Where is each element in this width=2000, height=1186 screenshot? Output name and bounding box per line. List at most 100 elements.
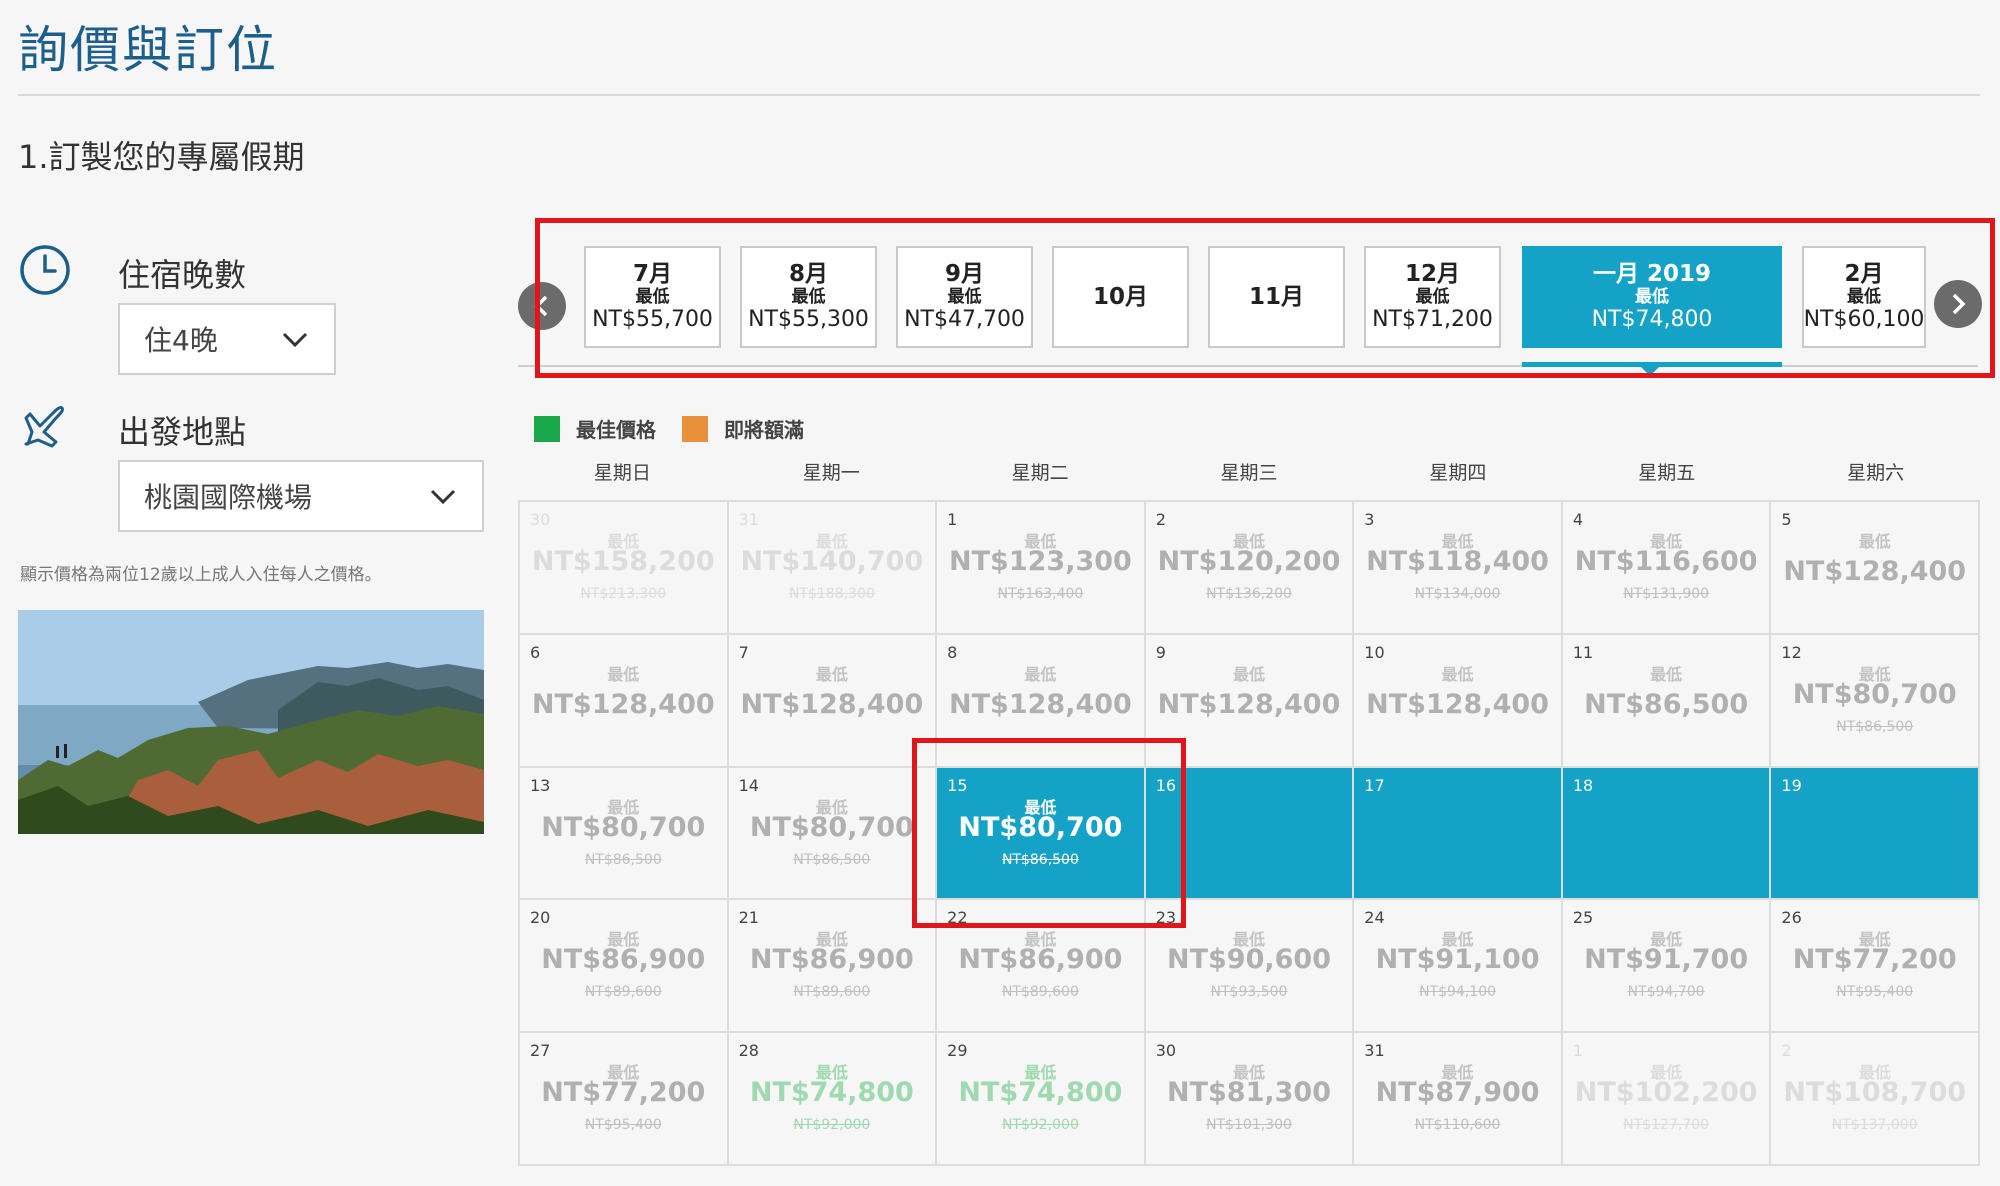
calendar-day-cell[interactable]: 30 最低 NT$158,200 NT$213,300 — [520, 502, 727, 633]
day-price: NT$108,700 — [1783, 1077, 1967, 1109]
calendar-day-cell[interactable]: 2 最低 NT$120,200 NT$136,200 — [1145, 502, 1353, 633]
day-original-price: NT$93,500 — [1210, 984, 1288, 1001]
calendar-day-cell[interactable]: 18 — [1562, 767, 1770, 899]
calendar-day-cell[interactable]: 30 最低 NT$81,300 NT$101,300 — [1145, 1033, 1353, 1164]
day-low-label: 最低 — [1650, 664, 1683, 684]
weekday-label: 星期四 — [1429, 462, 1487, 484]
day-price: NT$116,600 — [1574, 546, 1758, 577]
calendar-day-cell[interactable]: 13 最低 NT$80,700 NT$86,500 — [520, 767, 727, 899]
day-number: 13 — [530, 775, 551, 795]
day-price: NT$80,700 — [1792, 678, 1957, 710]
stay-nights-label: 住宿晚數 — [118, 256, 247, 294]
day-original-price: NT$92,000 — [793, 1117, 871, 1134]
day-price: NT$86,500 — [1584, 688, 1749, 720]
calendar-day-cell[interactable]: 11 最低 NT$86,500 — [1562, 634, 1770, 766]
day-low-label: 最低 — [607, 664, 640, 684]
stay-nights-select[interactable]: 住4晚 — [118, 303, 336, 375]
day-number: 19 — [1781, 775, 1802, 795]
day-price: NT$90,600 — [1166, 944, 1331, 976]
calendar-day-cell[interactable]: 1 最低 NT$123,300 NT$163,400 — [937, 502, 1144, 633]
day-price: NT$128,400 — [949, 688, 1132, 720]
chevron-down-icon — [430, 489, 456, 505]
calendar-day-cell[interactable]: 28 最低 NT$74,800 NT$92,000 — [728, 1033, 936, 1164]
destination-photo — [18, 610, 484, 834]
day-number: 27 — [530, 1041, 551, 1061]
day-price: NT$87,900 — [1375, 1077, 1540, 1109]
day-price: NT$86,900 — [749, 944, 914, 976]
day-price: NT$102,200 — [1574, 1077, 1758, 1109]
day-price: NT$77,200 — [1792, 944, 1957, 976]
day-number: 2 — [1781, 1041, 1792, 1061]
day-price: NT$128,400 — [1366, 688, 1549, 720]
day-original-price: NT$127,700 — [1623, 1117, 1710, 1134]
day-price: NT$158,200 — [531, 546, 715, 577]
day-number: 17 — [1364, 775, 1385, 795]
calendar-day-cell[interactable]: 31 最低 NT$140,700 NT$188,300 — [728, 502, 936, 633]
title-divider — [18, 94, 1980, 96]
day-price: NT$91,700 — [1584, 944, 1749, 976]
day-original-price: NT$110,600 — [1414, 1117, 1501, 1134]
calendar-day-cell[interactable]: 14 最低 NT$80,700 NT$86,500 — [728, 767, 936, 899]
weekday-label: 星期一 — [802, 462, 860, 484]
calendar-day-cell[interactable]: 26 最低 NT$77,200 NT$95,400 — [1771, 900, 1978, 1032]
day-number: 26 — [1781, 908, 1802, 928]
calendar-day-cell[interactable]: 12 最低 NT$80,700 NT$86,500 — [1771, 634, 1978, 766]
day-original-price: NT$89,600 — [1001, 984, 1079, 1001]
calendar-day-cell[interactable]: 21 最低 NT$86,900 NT$89,600 — [728, 900, 936, 1032]
day-low-label: 最低 — [1858, 532, 1891, 551]
calendar-day-cell[interactable]: 19 — [1771, 767, 1978, 899]
weekday-label: 星期五 — [1638, 462, 1696, 484]
day-number: 18 — [1572, 775, 1594, 795]
day-price: NT$128,400 — [531, 688, 715, 720]
page-title: 詢價與訂位 — [18, 21, 278, 79]
day-number: 10 — [1364, 642, 1385, 662]
best-price-label: 最佳價格 — [576, 418, 656, 442]
day-number: 14 — [738, 775, 759, 795]
day-original-price: NT$89,600 — [793, 984, 871, 1001]
calendar-day-cell[interactable]: 25 最低 NT$91,700 NT$94,700 — [1562, 900, 1770, 1032]
day-price: NT$81,300 — [1166, 1077, 1331, 1109]
day-original-price: NT$89,600 — [584, 984, 662, 1001]
calendar-day-cell[interactable]: 29 最低 NT$74,800 NT$92,000 — [937, 1033, 1144, 1164]
best-price-swatch — [534, 415, 560, 442]
departure-select[interactable]: 桃園國際機場 — [118, 460, 484, 532]
calendar-day-cell[interactable]: 6 最低 NT$128,400 — [520, 634, 727, 766]
day-number: 6 — [530, 642, 541, 662]
calendar-day-cell[interactable]: 3 最低 NT$118,400 NT$134,000 — [1354, 502, 1561, 633]
day-original-price: NT$94,700 — [1627, 984, 1705, 1001]
day-original-price: NT$134,000 — [1414, 586, 1501, 602]
day-number: 9 — [1155, 642, 1166, 662]
day-number: 8 — [947, 642, 958, 662]
day-original-price: NT$95,400 — [1836, 984, 1914, 1001]
day-number: 21 — [738, 908, 759, 928]
day-original-price: NT$136,200 — [1206, 586, 1292, 602]
calendar-day-cell[interactable]: 1 最低 NT$102,200 NT$127,700 — [1562, 1033, 1770, 1164]
calendar-day-cell[interactable]: 17 — [1354, 767, 1561, 899]
day-price: NT$80,700 — [749, 811, 914, 843]
day-low-label: 最低 — [815, 664, 848, 684]
calendar-day-cell[interactable]: 31 最低 NT$87,900 NT$110,600 — [1354, 1033, 1561, 1164]
day-original-price: NT$101,300 — [1206, 1117, 1292, 1134]
day-low-label: 最低 — [1024, 664, 1057, 684]
day-number: 1 — [947, 510, 958, 529]
calendar-day-cell[interactable]: 27 最低 NT$77,200 NT$95,400 — [520, 1033, 727, 1164]
day-number: 5 — [1781, 510, 1792, 529]
day-number: 29 — [947, 1041, 968, 1061]
day-price: NT$77,200 — [541, 1077, 706, 1109]
day-original-price: NT$95,400 — [584, 1117, 662, 1134]
day-original-price: NT$86,500 — [584, 851, 662, 868]
day-number: 2 — [1155, 510, 1166, 529]
calendar-day-cell[interactable]: 4 最低 NT$116,600 NT$131,900 — [1562, 502, 1770, 633]
calendar-day-cell[interactable]: 5 最低 NT$128,400 — [1771, 502, 1978, 633]
day-price: NT$86,900 — [541, 944, 706, 976]
calendar-day-cell[interactable]: 7 最低 NT$128,400 — [728, 634, 936, 766]
calendar-day-cell[interactable]: 24 最低 NT$91,100 NT$94,100 — [1354, 900, 1561, 1032]
calendar-day-cell[interactable]: 2 最低 NT$108,700 NT$137,000 — [1771, 1033, 1978, 1164]
day-price: NT$74,800 — [958, 1077, 1123, 1109]
day-price: NT$128,400 — [1157, 688, 1341, 720]
calendar-day-cell[interactable]: 10 最低 NT$128,400 — [1354, 634, 1561, 766]
day-number: 25 — [1572, 908, 1594, 928]
calendar-day-cell[interactable]: 20 最低 NT$86,900 NT$89,600 — [520, 900, 727, 1032]
day-price: NT$86,900 — [958, 944, 1123, 976]
highlight-frame-months — [535, 218, 1995, 378]
